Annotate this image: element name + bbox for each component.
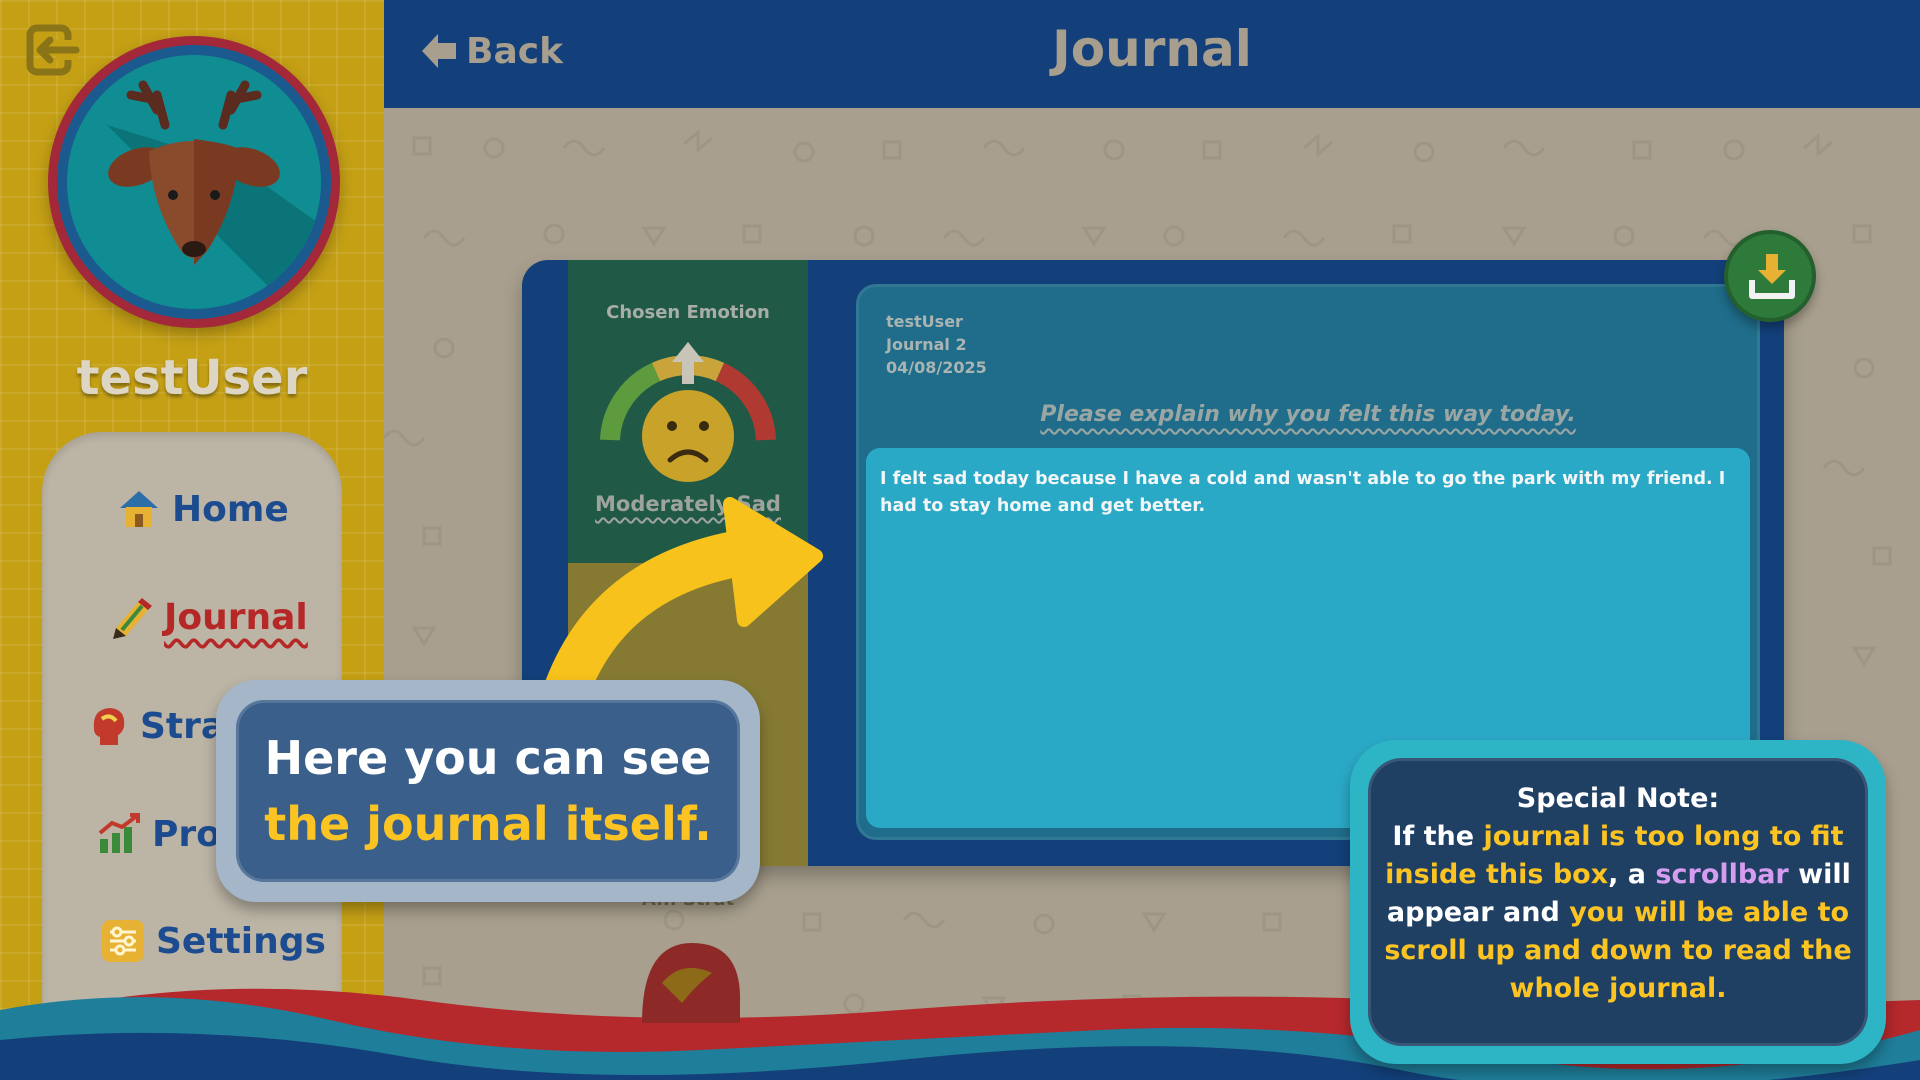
- sliders-icon: [102, 920, 144, 962]
- entry-user: testUser: [886, 312, 963, 331]
- download-icon: [1749, 254, 1795, 299]
- deer-avatar-icon: [107, 80, 321, 309]
- emotion-gauge-icon: [600, 342, 776, 482]
- tutorial-callout: Here you can see the journal itself.: [216, 680, 760, 902]
- callout-line-1: Here you can see: [264, 731, 712, 785]
- chart-icon: [98, 813, 140, 853]
- header: Back Journal: [384, 0, 1920, 108]
- callout-line-2: the journal itself.: [264, 797, 712, 851]
- page-title: Journal: [1052, 20, 1252, 78]
- head-icon: [93, 708, 125, 745]
- username: testUser: [76, 350, 308, 406]
- entry-date: 04/08/2025: [886, 358, 987, 377]
- note-scrollbar-highlight: scrollbar: [1655, 859, 1789, 890]
- nav-journal-label: Journal: [164, 596, 308, 638]
- nav-home[interactable]: Home: [116, 486, 289, 532]
- note-text: If the: [1392, 821, 1484, 852]
- chosen-emotion-label: Chosen Emotion: [606, 302, 770, 323]
- entry-meta: testUser Journal 2 04/08/2025: [886, 310, 987, 379]
- nav-journal[interactable]: Journal: [108, 594, 308, 640]
- nav-home-label: Home: [172, 488, 289, 530]
- pencil-icon: [113, 598, 152, 639]
- tutorial-arrow-icon: [540, 497, 823, 710]
- note-body: If the journal is too long to fit inside…: [1384, 818, 1852, 1008]
- entry-prompt: Please explain why you felt this way tod…: [1040, 402, 1576, 427]
- nav-settings-label: Settings: [156, 920, 326, 962]
- avatar: [48, 36, 340, 328]
- head-icon: [642, 943, 741, 1023]
- entry-name: Journal 2: [886, 335, 967, 354]
- entry-text: I felt sad today because I have a cold a…: [880, 469, 1726, 516]
- special-note: Special Note: If the journal is too long…: [1350, 740, 1886, 1064]
- sidebar: testUser Home Journal Strat Prog Setting…: [0, 0, 384, 1080]
- note-title: Special Note:: [1516, 783, 1720, 814]
- download-button[interactable]: [1724, 230, 1816, 322]
- nav-settings[interactable]: Settings: [100, 918, 326, 964]
- note-text: , a: [1608, 859, 1656, 890]
- house-icon: [120, 491, 158, 527]
